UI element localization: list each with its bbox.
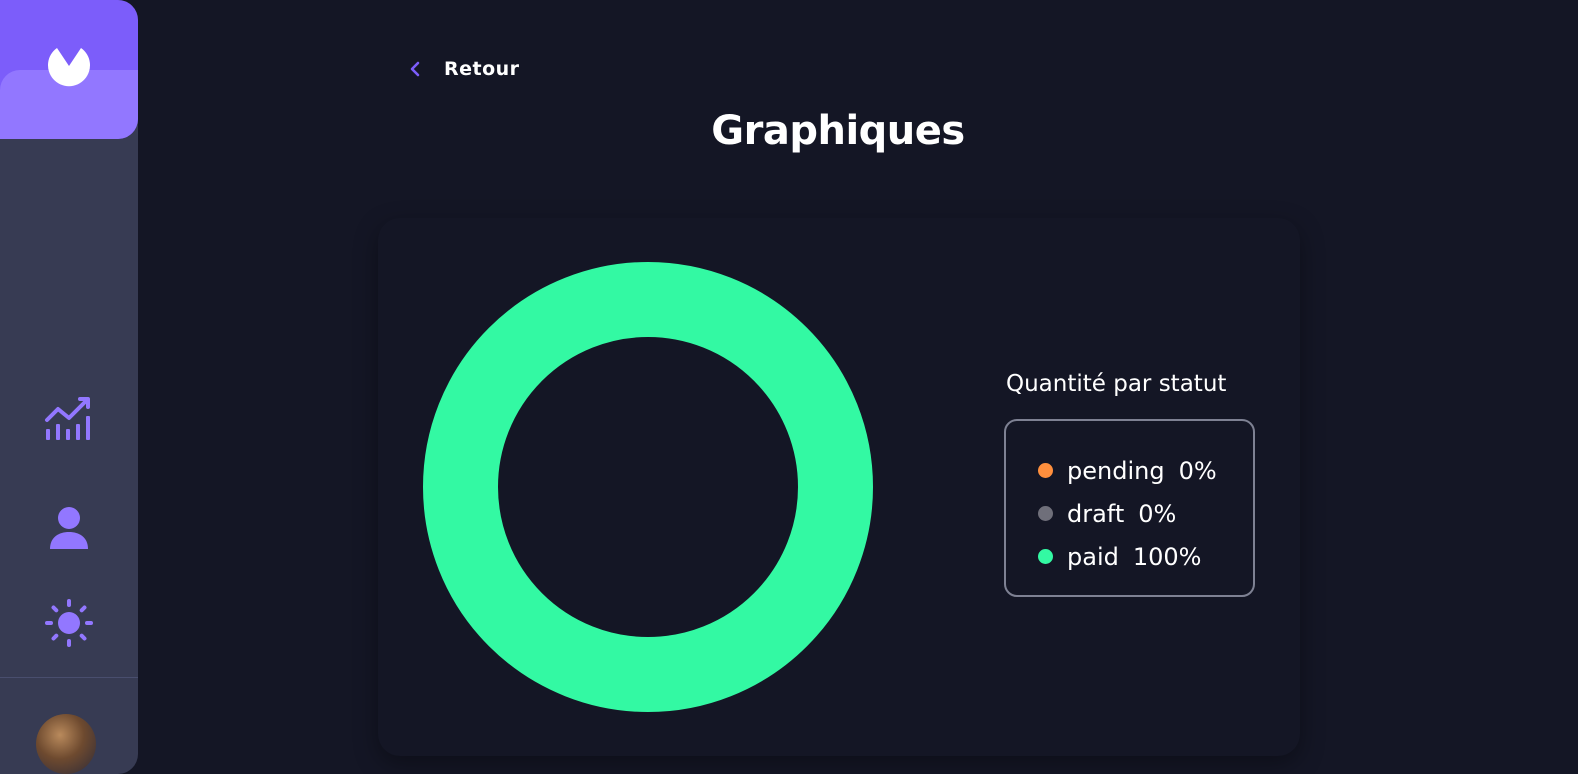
- app-logo[interactable]: [0, 0, 138, 139]
- donut-chart: [423, 262, 873, 712]
- chevron-left-icon: [410, 61, 420, 77]
- back-button[interactable]: Retour: [410, 58, 520, 80]
- logo-icon: [48, 48, 90, 87]
- legend-item-pending: pending 0%: [1038, 449, 1253, 492]
- chart-legend: pending 0% draft 0% paid 100%: [1004, 419, 1255, 597]
- donut-slice-paid: [423, 262, 873, 712]
- legend-item-paid: paid 100%: [1038, 535, 1253, 578]
- sidebar-divider: [0, 677, 138, 678]
- nav-user-button[interactable]: [0, 506, 138, 550]
- legend-dot: [1038, 463, 1053, 478]
- legend-label: paid: [1067, 542, 1119, 571]
- legend-value: 100%: [1132, 542, 1202, 571]
- legend-value: 0%: [1178, 456, 1217, 485]
- legend-value: 0%: [1138, 499, 1177, 528]
- legend-dot: [1038, 549, 1053, 564]
- theme-toggle-button[interactable]: [0, 599, 138, 647]
- chart-icon: [45, 397, 90, 440]
- legend-dot: [1038, 506, 1053, 521]
- sun-icon: [45, 599, 93, 647]
- back-label: Retour: [444, 58, 520, 80]
- page-title: Graphiques: [711, 108, 965, 154]
- main-content: Retour Graphiques Quantité par statut pe…: [138, 0, 1578, 774]
- nav-chart-button[interactable]: [0, 396, 138, 442]
- legend-item-draft: draft 0%: [1038, 492, 1253, 535]
- avatar[interactable]: [36, 714, 96, 774]
- legend-title: Quantité par statut: [1006, 371, 1227, 397]
- sidebar: [0, 0, 138, 774]
- legend-label: pending: [1067, 456, 1165, 485]
- legend-label: draft: [1067, 499, 1125, 528]
- user-icon: [50, 507, 88, 549]
